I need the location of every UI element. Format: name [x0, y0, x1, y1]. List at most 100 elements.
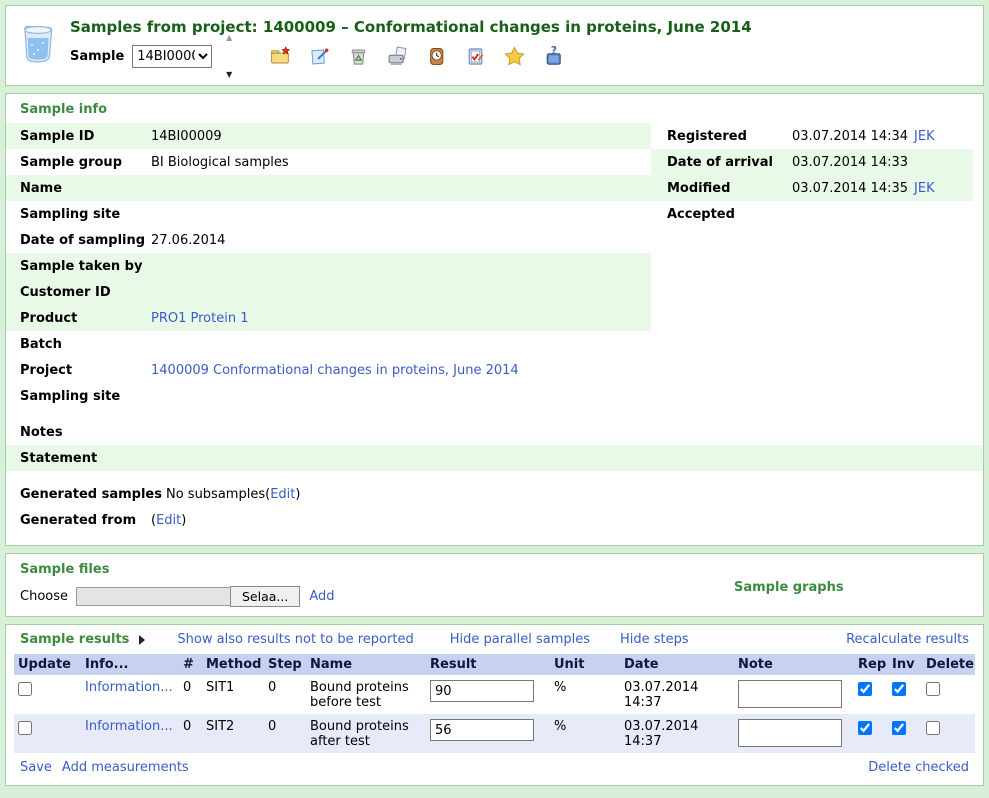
sample-files-panel: Sample files Choose Selaa... Add Sample … — [5, 553, 984, 617]
info-row-modified: Modified 03.07.2014 14:35 JEK — [651, 175, 973, 201]
favorites-star-icon[interactable] — [504, 46, 525, 67]
browse-button[interactable]: Selaa... — [230, 586, 300, 607]
sample-results-panel: Sample results Show also results not to … — [5, 624, 984, 786]
col-update: Update — [14, 654, 81, 675]
information-link[interactable]: Information... — [85, 719, 173, 734]
delete-checked-link[interactable]: Delete checked — [868, 760, 969, 775]
paren: ) — [295, 487, 300, 502]
edit-sample-icon[interactable] — [309, 46, 330, 67]
sign-results-icon[interactable] — [465, 46, 486, 67]
col-info: Info... — [81, 654, 179, 675]
info-row-generated-samples: Generated samples No subsamples (Edit) — [6, 481, 973, 507]
method-cell: SIT1 — [202, 675, 264, 714]
col-date: Date — [620, 654, 734, 675]
field-value: No subsamples — [166, 487, 265, 502]
sample-graphs-heading: Sample graphs — [734, 580, 844, 595]
result-row: Information... 0 SIT1 0 Bound proteins b… — [14, 675, 975, 714]
new-folder-icon[interactable] — [270, 46, 291, 67]
field-value: 03.07.2014 14:34 — [792, 129, 908, 144]
field-value: 27.06.2014 — [151, 233, 225, 248]
choose-file-label: Choose — [20, 589, 68, 604]
file-path-input[interactable] — [76, 587, 230, 606]
paren: ) — [181, 513, 186, 528]
field-label: Generated samples — [20, 487, 166, 502]
recalculate-results-link[interactable]: Recalculate results — [846, 632, 969, 647]
field-label: Batch — [20, 337, 151, 352]
results-header-row: Update Info... # Method Step Name Result… — [14, 654, 975, 675]
col-number: # — [179, 654, 202, 675]
delete-checkbox[interactable] — [926, 682, 940, 696]
field-label: Generated from — [20, 513, 151, 528]
help-book-icon[interactable]: ? — [543, 46, 564, 67]
generated-samples-edit-link[interactable]: Edit — [270, 487, 295, 502]
generated-from-edit-link[interactable]: Edit — [156, 513, 181, 528]
save-link[interactable]: Save — [20, 760, 52, 775]
col-unit: Unit — [550, 654, 620, 675]
info-row-statement: Statement — [6, 445, 983, 471]
inv-checkbox[interactable] — [892, 721, 906, 735]
delete-checkbox[interactable] — [926, 721, 940, 735]
field-label: Sampling site — [20, 389, 151, 404]
product-link[interactable]: PRO1 Protein 1 — [151, 311, 248, 326]
hide-parallel-samples-link[interactable]: Hide parallel samples — [450, 632, 590, 647]
note-input[interactable] — [738, 719, 842, 747]
field-label: Customer ID — [20, 285, 151, 300]
field-label: Sample ID — [20, 129, 151, 144]
field-label: Name — [20, 181, 151, 196]
update-checkbox[interactable] — [18, 721, 32, 735]
field-label: Sample group — [20, 155, 151, 170]
col-step: Step — [264, 654, 306, 675]
sample-results-heading: Sample results — [20, 632, 129, 647]
show-not-reported-link[interactable]: Show also results not to be reported — [177, 632, 413, 647]
header-panel: Samples from project: 1400009 – Conforma… — [5, 5, 984, 86]
info-row-sampling-site: Sampling site — [6, 201, 651, 227]
rep-checkbox[interactable] — [858, 682, 872, 696]
sample-select-label: Sample — [70, 49, 124, 64]
note-input[interactable] — [738, 680, 842, 708]
info-row-project: Project 1400009 Conformational changes i… — [6, 357, 651, 383]
result-input[interactable] — [430, 680, 534, 702]
results-table: Update Info... # Method Step Name Result… — [14, 654, 975, 753]
print-icon[interactable] — [387, 46, 408, 67]
unit-cell: % — [550, 675, 620, 714]
result-input[interactable] — [430, 719, 534, 741]
collapse-arrow-icon[interactable] — [139, 635, 145, 645]
col-inv: Inv — [888, 654, 922, 675]
add-file-link[interactable]: Add — [309, 589, 334, 604]
field-label: Date of sampling — [20, 233, 151, 248]
previous-sample-arrow-icon[interactable]: ▲ — [226, 34, 232, 42]
info-row-customer-id: Customer ID — [6, 279, 651, 305]
field-label: Modified — [667, 181, 792, 196]
rep-checkbox[interactable] — [858, 721, 872, 735]
page-title: Samples from project: 1400009 – Conforma… — [70, 14, 971, 45]
modified-user-link[interactable]: JEK — [914, 181, 935, 196]
name-cell: Bound proteins after test — [306, 714, 426, 753]
next-sample-arrow-icon[interactable]: ▼ — [226, 71, 232, 79]
field-label: Date of arrival — [667, 155, 792, 170]
inv-checkbox[interactable] — [892, 682, 906, 696]
sample-select[interactable]: 14BI00009 — [132, 45, 212, 68]
registered-user-link[interactable]: JEK — [914, 129, 935, 144]
step-cell: 0 — [264, 714, 306, 753]
project-link[interactable]: 1400009 Conformational changes in protei… — [151, 363, 519, 378]
col-delete: Delete — [922, 654, 975, 675]
field-label: Notes — [20, 425, 151, 440]
field-label: Sampling site — [20, 207, 151, 222]
info-row-accepted: Accepted — [651, 201, 973, 227]
date-cell: 03.07.2014 14:37 — [624, 719, 706, 749]
hide-steps-link[interactable]: Hide steps — [620, 632, 689, 647]
field-label: Product — [20, 311, 151, 326]
trash-icon[interactable] — [348, 46, 369, 67]
unit-cell: % — [550, 714, 620, 753]
info-row-sample-taken-by: Sample taken by — [6, 253, 651, 279]
date-cell: 03.07.2014 14:37 — [624, 680, 706, 710]
result-row: Information... 0 SIT2 0 Bound proteins a… — [14, 714, 975, 753]
information-link[interactable]: Information... — [85, 680, 173, 695]
col-note: Note — [734, 654, 854, 675]
toolbar: ? — [270, 46, 564, 67]
sample-beaker-icon — [18, 23, 58, 67]
add-measurements-link[interactable]: Add measurements — [62, 760, 189, 775]
history-clock-icon[interactable] — [426, 46, 447, 67]
name-cell: Bound proteins before test — [306, 675, 426, 714]
update-checkbox[interactable] — [18, 682, 32, 696]
